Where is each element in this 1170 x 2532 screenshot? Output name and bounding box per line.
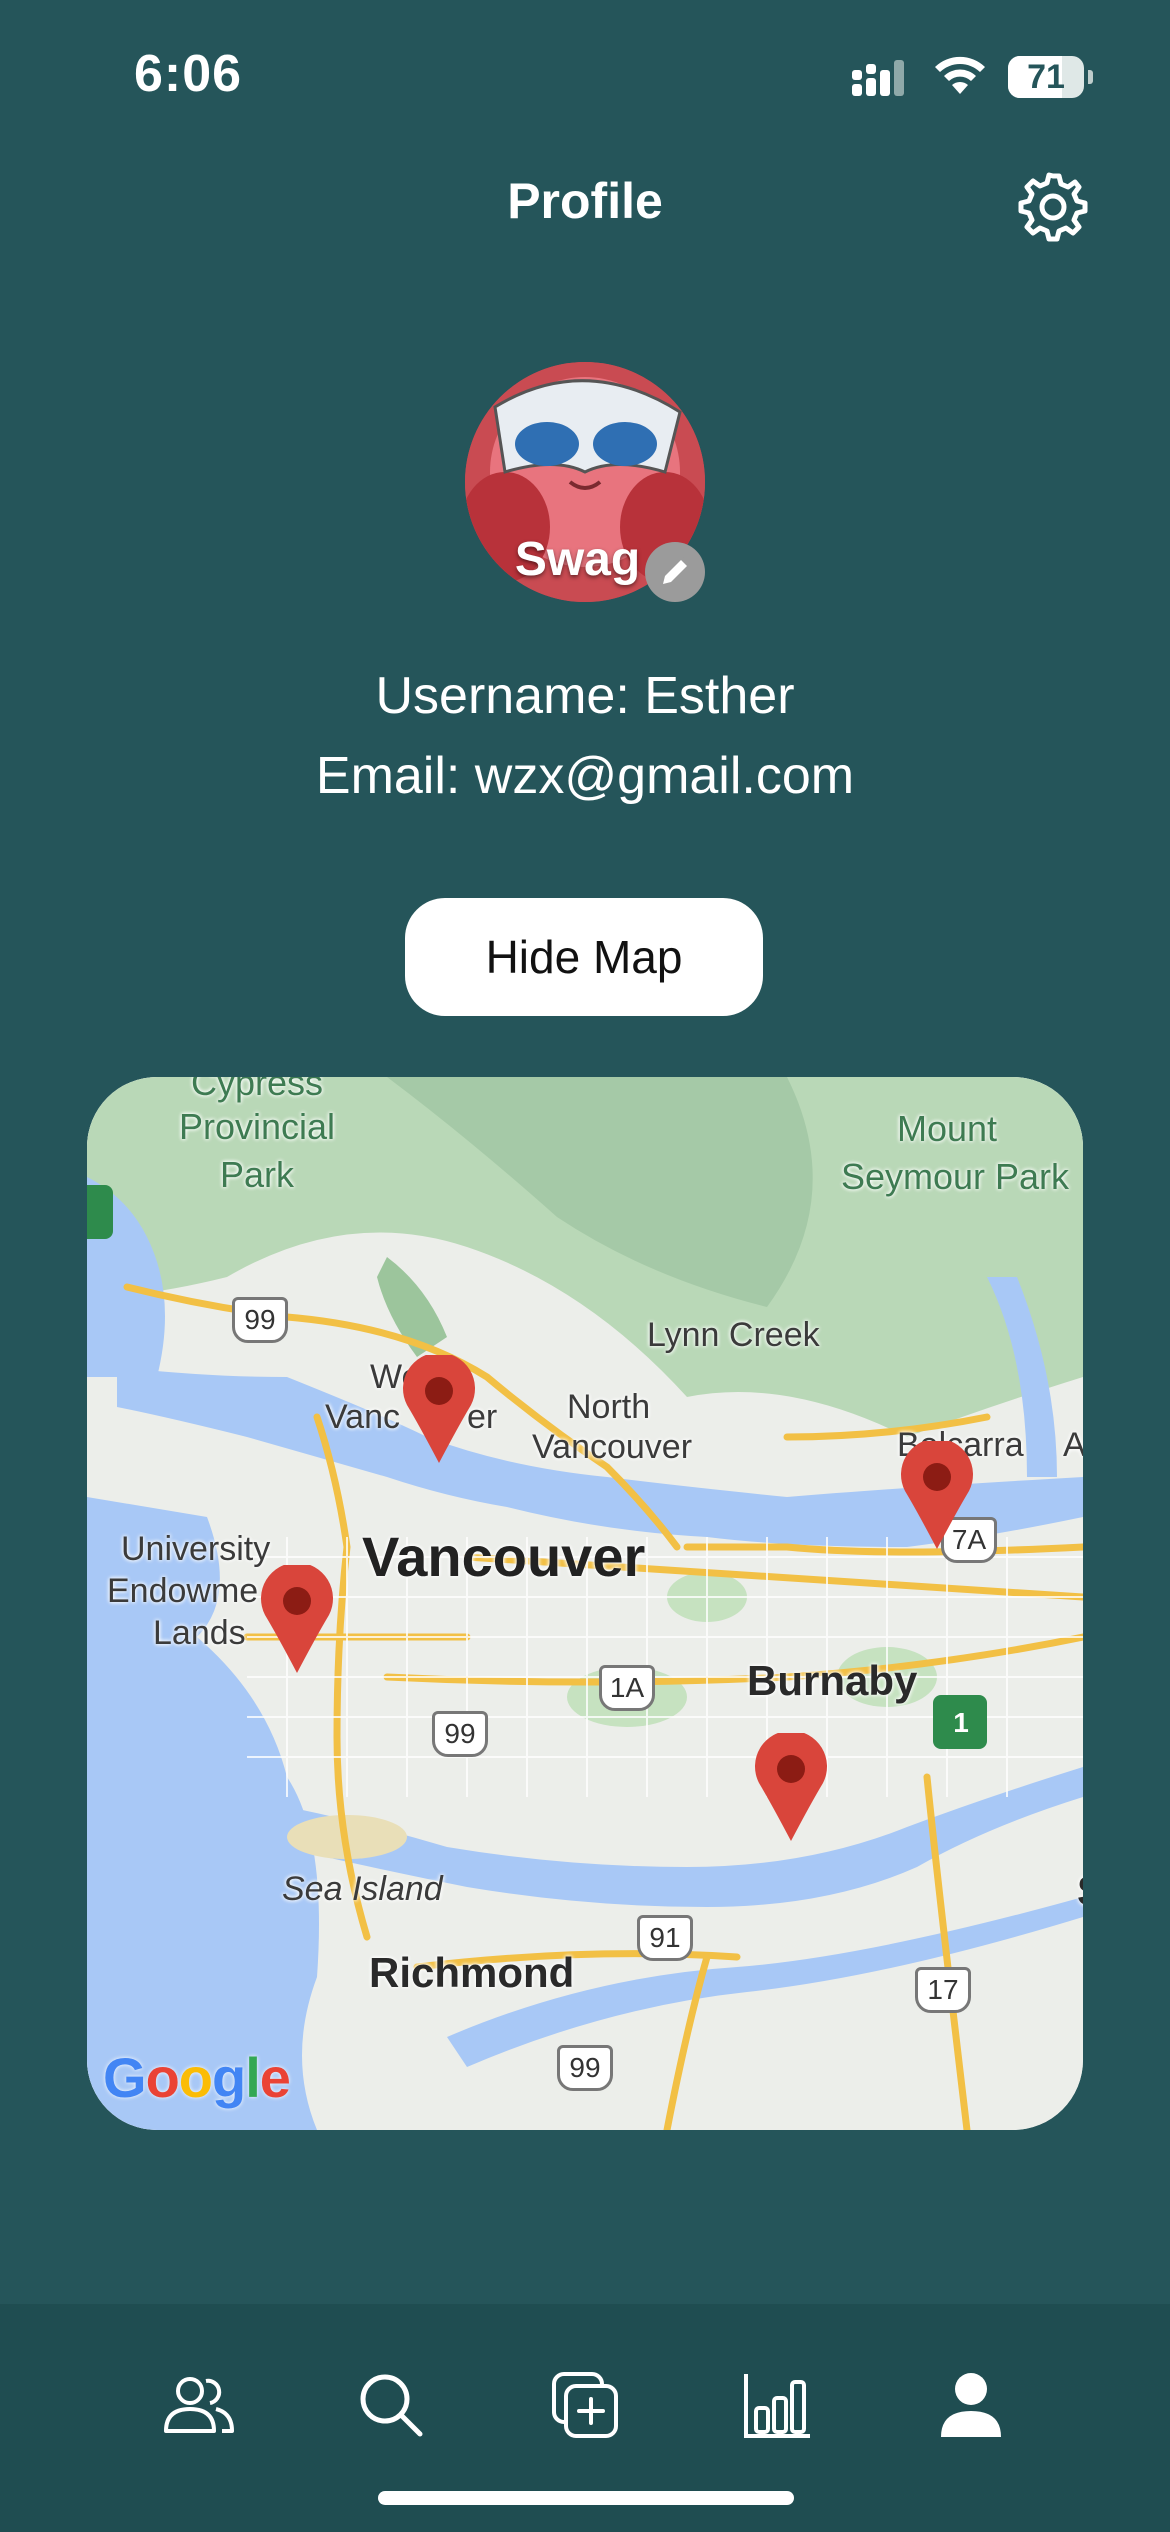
battery-icon: 71: [1008, 56, 1084, 98]
email-text: Email: wzx@gmail.com: [315, 747, 855, 805]
map-label-north: North: [567, 1388, 651, 1426]
google-logo: Google: [103, 2045, 291, 2110]
battery-tip: [1088, 70, 1093, 84]
trans-canada-shield-icon: [87, 1185, 113, 1239]
map-pin-icon[interactable]: [897, 1441, 977, 1551]
status-bar: 6:06 71: [0, 0, 1170, 150]
map-view[interactable]: Cypress Provincial Park Mount Seymour Pa…: [87, 1077, 1083, 2130]
add-square-icon: [552, 2372, 618, 2438]
highway-shield-99: 99: [557, 2045, 613, 2091]
username-text: Username: Esther: [375, 667, 795, 725]
map-pin-icon[interactable]: [257, 1565, 337, 1675]
google-logo-letter: l: [245, 2046, 261, 2109]
map-label-endowment: Endowme: [107, 1572, 259, 1610]
map-label-vancouver: Vancouver: [362, 1525, 646, 1588]
google-logo-letter: e: [259, 2046, 291, 2109]
settings-button[interactable]: [1016, 170, 1090, 244]
map-label-seymour: Seymour Park: [840, 1156, 1070, 1197]
search-icon: [360, 2374, 423, 2437]
page-title: Profile: [507, 173, 663, 229]
highway-shield-91: 91: [637, 1915, 693, 1961]
tab-friends[interactable]: [154, 2360, 244, 2450]
map-pin-icon[interactable]: [751, 1733, 831, 1843]
highway-shield-1a: 1A: [599, 1665, 655, 1711]
map-label-west-vancouver: Vanc: [325, 1398, 400, 1436]
tab-stats[interactable]: [732, 2360, 822, 2450]
map-label-richmond: Richmond: [369, 1949, 575, 1996]
highway-shield-99: 99: [432, 1711, 488, 1757]
highway-shield-1: 1: [953, 1707, 969, 1738]
tab-add[interactable]: [540, 2360, 630, 2450]
google-logo-letter: g: [212, 2046, 246, 2109]
map-label-park: Park: [219, 1154, 295, 1195]
gear-icon: [1018, 172, 1088, 242]
edit-avatar-button[interactable]: [645, 542, 705, 602]
map-pin-icon[interactable]: [399, 1355, 479, 1465]
map-label-edge-a: A: [1063, 1426, 1083, 1464]
home-indicator: [378, 2491, 794, 2505]
hide-map-button[interactable]: Hide Map: [405, 898, 763, 1016]
google-logo-letter: o: [145, 2046, 180, 2109]
google-logo-letter: o: [178, 2046, 213, 2109]
pencil-icon: [663, 557, 690, 584]
bar-chart-icon: [744, 2374, 810, 2438]
map-label-lynn-creek: Lynn Creek: [647, 1316, 820, 1354]
map-label-north-vancouver: Vancouver: [532, 1428, 693, 1466]
map-label-edge-s: S: [1077, 1867, 1083, 1915]
wifi-icon: [935, 56, 985, 94]
google-logo-letter: G: [103, 2046, 147, 2109]
cellular-signal-icon: [852, 60, 904, 96]
person-icon: [941, 2373, 1001, 2437]
battery-level: 71: [1027, 58, 1065, 96]
map-label-university: University: [121, 1530, 271, 1568]
tab-search[interactable]: [346, 2360, 436, 2450]
highway-shield-99: 99: [232, 1297, 288, 1343]
status-time: 6:06: [134, 45, 243, 103]
map-label-sea-island: Sea Island: [282, 1870, 443, 1908]
map-label-provincial: Provincial: [178, 1106, 336, 1147]
tab-profile[interactable]: [926, 2360, 1016, 2450]
people-icon: [164, 2377, 234, 2433]
highway-shield-17: 17: [915, 1967, 971, 2013]
map-label-mount: Mount: [896, 1108, 998, 1149]
map-label-lands: Lands: [153, 1614, 246, 1652]
map-label-burnaby: Burnaby: [747, 1657, 918, 1704]
